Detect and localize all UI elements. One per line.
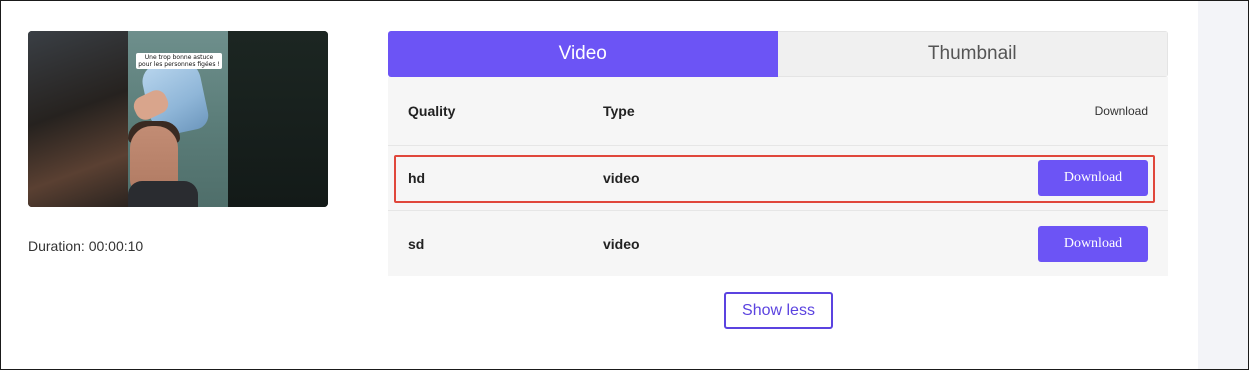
- media-tabs: Video Thumbnail: [388, 31, 1168, 77]
- table-header: Quality Type Download: [388, 77, 1168, 146]
- table-row: hd video Download: [388, 146, 1168, 211]
- tab-thumbnail[interactable]: Thumbnail: [777, 31, 1168, 77]
- header-download: Download: [1094, 104, 1148, 118]
- header-quality: Quality: [408, 103, 456, 119]
- show-less-button[interactable]: Show less: [724, 292, 833, 329]
- row-type: video: [603, 170, 640, 186]
- header-type: Type: [603, 103, 635, 119]
- row-quality: sd: [408, 235, 425, 252]
- tab-video[interactable]: Video: [388, 31, 778, 77]
- thumbnail-blur-left: [28, 31, 128, 207]
- table-row: sd video Download: [388, 211, 1168, 276]
- download-sd-button[interactable]: Download: [1038, 225, 1148, 262]
- row-quality: hd: [408, 170, 426, 186]
- thumbnail-frame: Une trop bonne astuce pour les personnes…: [128, 31, 228, 207]
- video-thumbnail[interactable]: Une trop bonne astuce pour les personnes…: [28, 31, 328, 207]
- duration-label: Duration: 00:00:10: [28, 238, 144, 254]
- download-table: Quality Type Download hd video Download …: [388, 77, 1168, 276]
- row-type: video: [603, 235, 640, 252]
- download-hd-button[interactable]: Download: [1038, 160, 1148, 196]
- shirt-shape: [128, 181, 198, 207]
- thumbnail-caption: Une trop bonne astuce pour les personnes…: [136, 53, 222, 69]
- thumbnail-blur-right: [228, 31, 328, 207]
- right-gutter: [1198, 1, 1248, 369]
